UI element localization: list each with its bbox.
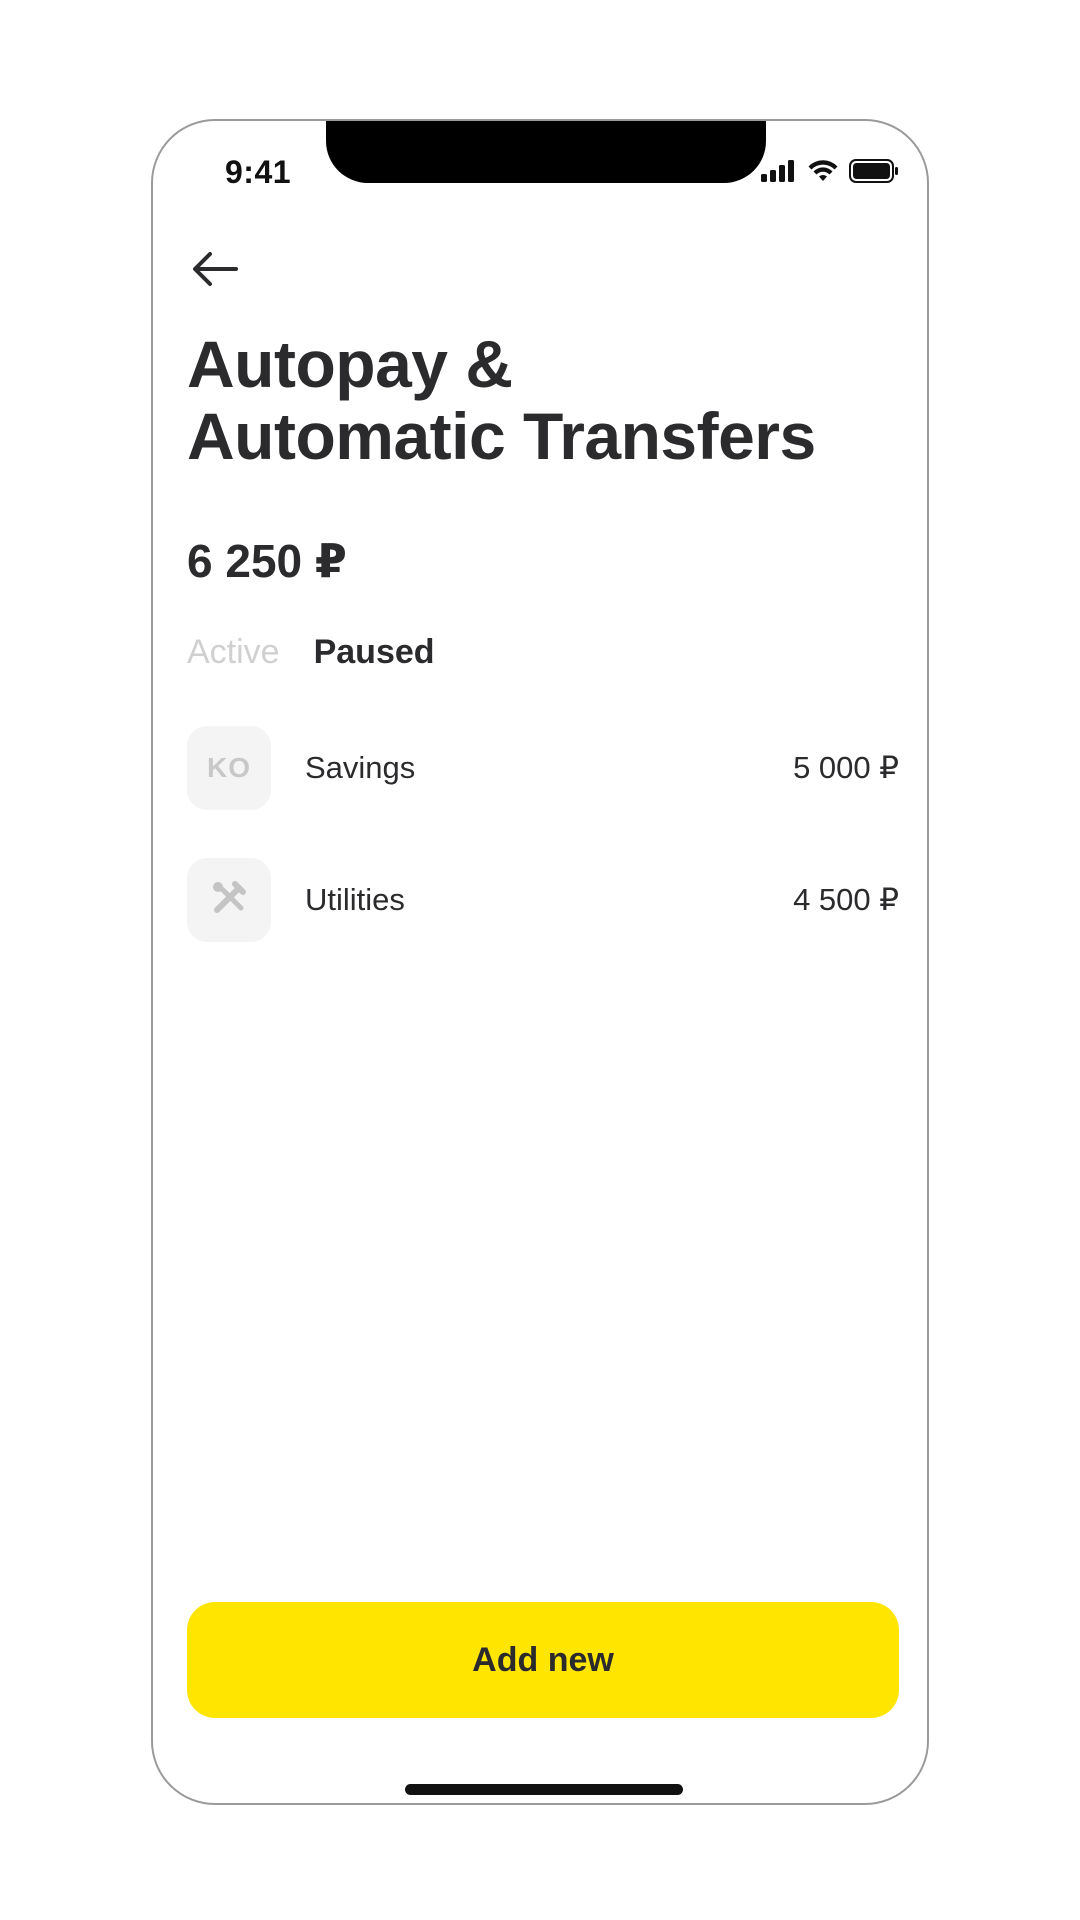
page-title: Autopay & Automatic Transfers: [187, 328, 907, 472]
phone-frame: 9:41 Autopay & Automatic Transfers 6 250…: [151, 119, 929, 1805]
monogram-icon: KO: [207, 752, 251, 783]
tools-icon: [209, 878, 249, 923]
utilities-avatar: [187, 858, 271, 942]
savings-avatar: KO: [187, 726, 271, 810]
status-tabs: Active Paused: [187, 633, 435, 672]
list-item-name: Utilities: [305, 882, 405, 917]
list-item-utilities[interactable]: Utilities 4 500 ₽: [187, 858, 899, 942]
total-amount: 6 250 ₽: [187, 535, 347, 587]
status-time: 9:41: [225, 154, 292, 190]
page-title-line-2: Automatic Transfers: [187, 399, 816, 473]
list-item-amount: 4 500 ₽: [793, 882, 899, 917]
autopay-list: KO Savings 5 000 ₽ Utilities 4 500 ₽: [187, 726, 899, 990]
cellular-signal-icon: [761, 160, 797, 187]
tab-active[interactable]: Active: [187, 633, 280, 672]
list-item-savings[interactable]: KO Savings 5 000 ₽: [187, 726, 899, 810]
wifi-icon: [807, 159, 839, 188]
list-item-amount: 5 000 ₽: [793, 750, 899, 785]
battery-icon: [849, 159, 899, 188]
notch: [326, 121, 766, 183]
status-icons: [761, 159, 899, 188]
add-new-button[interactable]: Add new: [187, 1602, 899, 1718]
tab-paused[interactable]: Paused: [314, 633, 435, 672]
page-title-line-1: Autopay &: [187, 327, 513, 401]
back-button[interactable]: [187, 243, 243, 299]
home-indicator: [405, 1784, 683, 1795]
arrow-left-icon: [192, 251, 238, 292]
list-item-name: Savings: [305, 750, 416, 785]
